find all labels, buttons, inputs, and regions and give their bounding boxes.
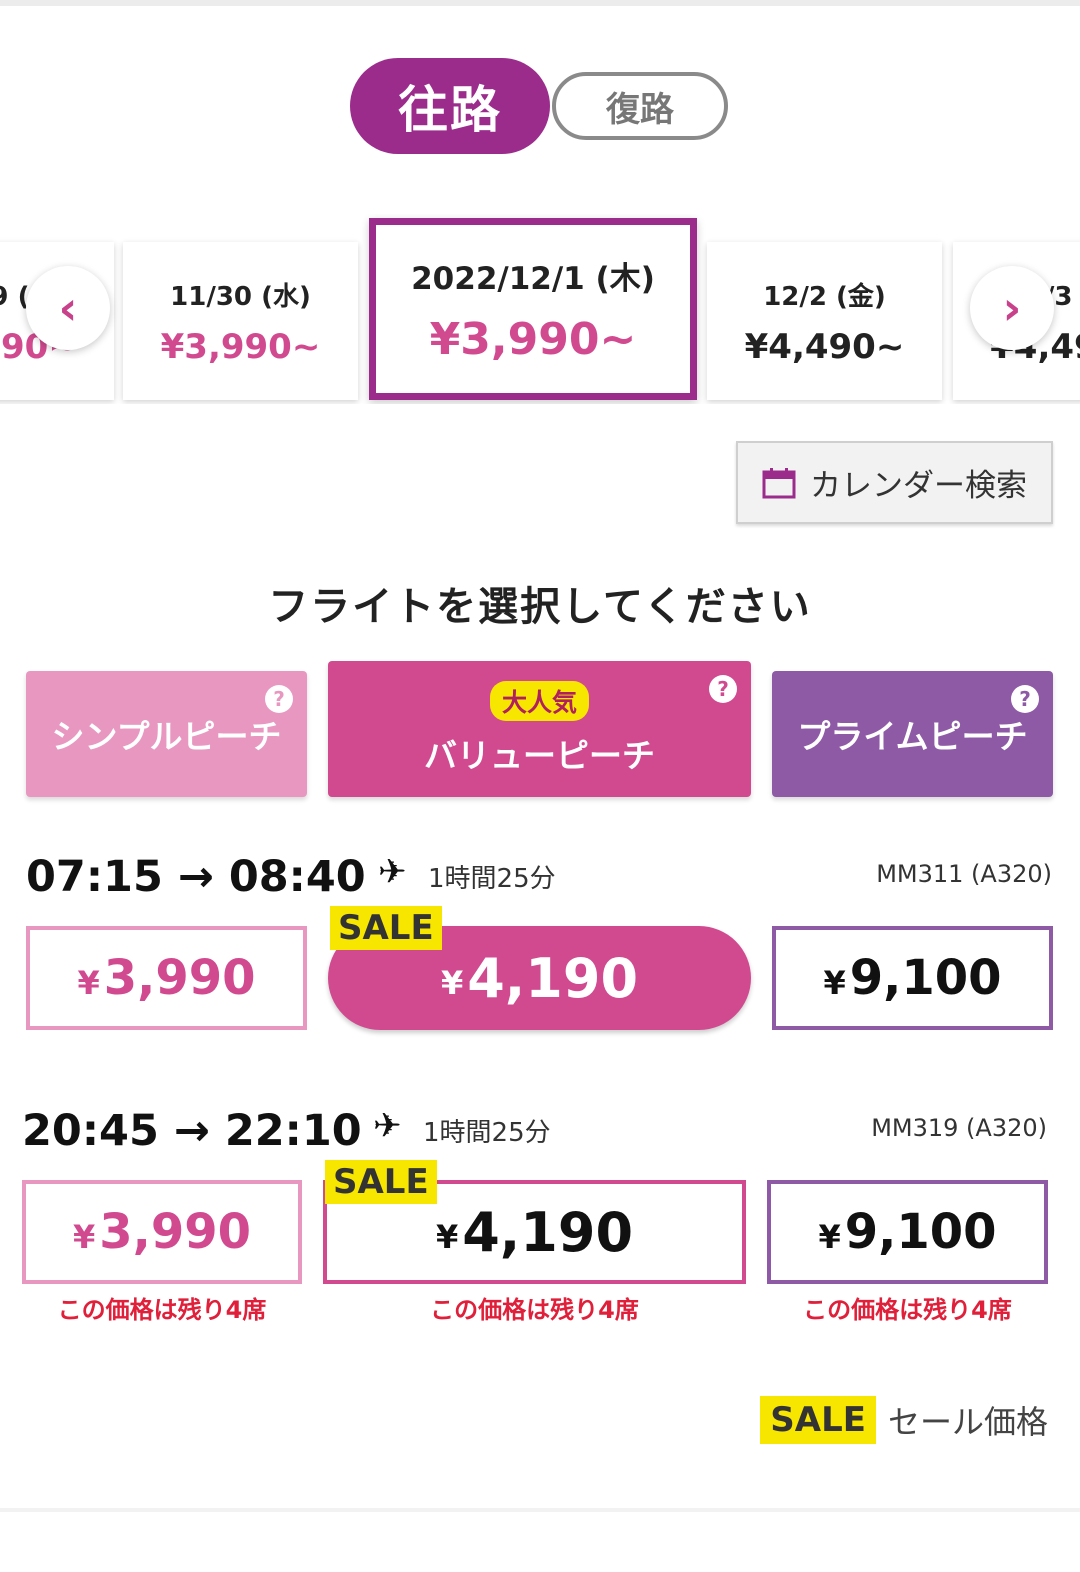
date-label: 2022/12/1 (木) (411, 261, 655, 297)
fare-amount: 4,190 (462, 1200, 634, 1264)
sale-legend: SALE セール価格 (760, 1396, 1048, 1444)
fare-simple-button[interactable]: ¥ 3,990 (26, 926, 307, 1030)
flight-row-header: 07:15 → 08:40 ✈ 1時間25分 MM311 (A320) (0, 850, 1080, 902)
chevron-right-icon: › (1002, 281, 1022, 335)
date-label: 12/2 (金) (763, 281, 886, 312)
help-icon[interactable]: ? (265, 685, 293, 713)
fare-type-value[interactable]: 大人気 バリューピーチ ? (328, 661, 751, 797)
next-date-button[interactable]: › (970, 266, 1054, 350)
flight-duration: 1時間25分 (423, 1118, 551, 1148)
top-divider (0, 0, 1080, 6)
airplane-icon: ✈ (378, 852, 407, 892)
popular-badge: 大人気 (489, 681, 589, 721)
fare-amount: 9,100 (849, 950, 1002, 1006)
calendar-search-button[interactable]: カレンダー検索 (736, 441, 1053, 524)
fare-type-label: バリューピーチ (424, 736, 655, 775)
fare-type-label: プライムピーチ (797, 717, 1028, 756)
seats-remaining-notice: この価格は残り4席 (803, 1296, 1012, 1324)
fare-amount: 9,100 (844, 1204, 997, 1260)
help-icon[interactable]: ? (709, 675, 737, 703)
help-icon[interactable]: ? (1011, 685, 1039, 713)
yen-symbol: ¥ (823, 964, 846, 1002)
return-tab[interactable]: 復路 (552, 72, 728, 140)
chevron-left-icon: ‹ (58, 281, 78, 335)
calendar-icon (762, 467, 796, 498)
date-price: ¥3,990~ (429, 314, 637, 365)
seats-remaining-notice: この価格は残り4席 (57, 1296, 267, 1324)
date-price: ¥4,490~ (744, 326, 905, 367)
flight-times: 07:15 → 08:40 (26, 852, 366, 902)
yen-symbol: ¥ (435, 1218, 459, 1256)
flight-number: MM319 (A320) (871, 1114, 1047, 1142)
seats-remaining-notice: この価格は残り4席 (430, 1296, 639, 1324)
sale-badge: SALE (330, 906, 442, 950)
airplane-icon: ✈ (373, 1106, 402, 1146)
fare-amount: 4,190 (467, 946, 639, 1010)
outbound-tab[interactable]: 往路 (350, 58, 550, 154)
sale-legend-text: セール価格 (887, 1403, 1048, 1441)
flight-duration: 1時間25分 (428, 864, 556, 894)
yen-symbol: ¥ (72, 1218, 96, 1256)
date-card-selected[interactable]: 2022/12/1 (木) ¥3,990~ (369, 218, 697, 400)
date-card-prev1[interactable]: 11/30 (水) ¥3,990~ (123, 242, 358, 400)
yen-symbol: ¥ (818, 1218, 841, 1256)
date-card-next1[interactable]: 12/2 (金) ¥4,490~ (707, 242, 942, 400)
fare-prime-button[interactable]: ¥ 9,100 (767, 1180, 1048, 1284)
fare-type-simple[interactable]: シンプルピーチ ? (26, 671, 307, 797)
fare-prime-button[interactable]: ¥ 9,100 (772, 926, 1053, 1030)
section-title: フライトを選択してください (268, 584, 812, 630)
calendar-search-label: カレンダー検索 (810, 468, 1027, 504)
bottom-divider (0, 1508, 1080, 1512)
flight-number: MM311 (A320) (876, 860, 1052, 888)
yen-symbol: ¥ (440, 964, 464, 1002)
fare-type-label: シンプルピーチ (51, 717, 282, 756)
fare-type-prime[interactable]: プライムピーチ ? (772, 671, 1053, 797)
fare-amount: 3,990 (99, 1204, 252, 1260)
date-label: 11/30 (水) (170, 281, 311, 312)
fare-amount: 3,990 (103, 950, 256, 1006)
sale-badge: SALE (325, 1160, 437, 1204)
sale-legend-tag: SALE (760, 1396, 876, 1444)
prev-date-button[interactable]: ‹ (26, 266, 110, 350)
date-price: ¥3,990~ (160, 326, 321, 367)
yen-symbol: ¥ (77, 964, 100, 1002)
flight-row-header: 20:45 → 22:10 ✈ 1時間25分 MM319 (A320) (0, 1104, 1080, 1156)
flight-times: 20:45 → 22:10 (22, 1106, 362, 1156)
date-carousel: 11/29 (火) ¥3,990~ 11/30 (水) ¥3,990~ 2022… (0, 214, 1080, 404)
fare-simple-button[interactable]: ¥ 3,990 (22, 1180, 302, 1284)
